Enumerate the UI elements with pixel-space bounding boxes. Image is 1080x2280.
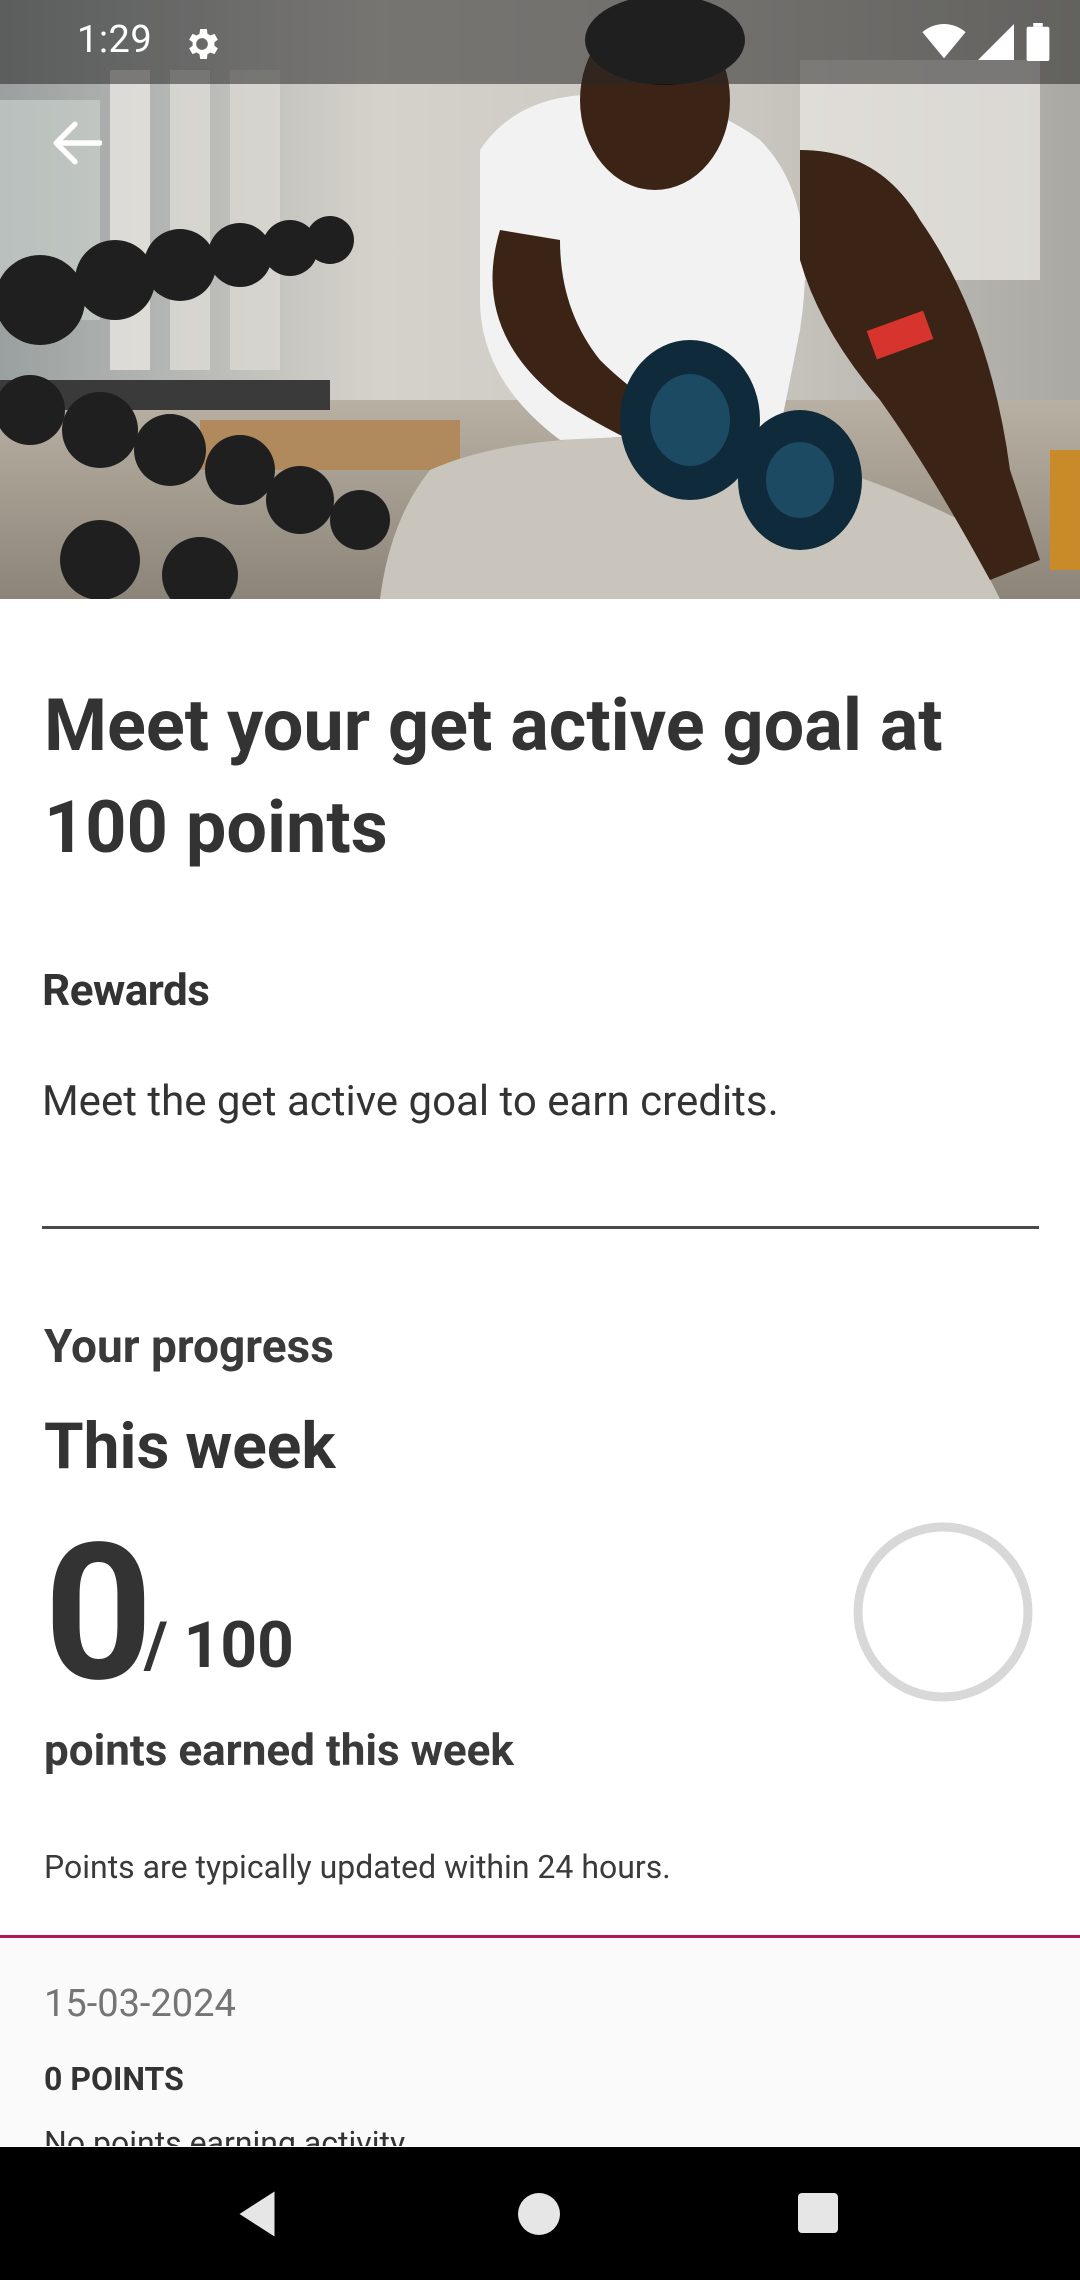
recents-square-icon[interactable] <box>798 2193 838 2233</box>
gear-icon <box>189 29 218 59</box>
points-history-item[interactable]: 15-03-2024 0 POINTS No points earning ac… <box>0 1938 1080 2146</box>
page-title: Meet your get active goal at 100 points <box>44 683 943 870</box>
status-time: 1:29 <box>77 18 153 62</box>
cellular-signal-icon <box>978 24 1014 60</box>
battery-icon <box>1026 23 1050 61</box>
hero-image <box>0 0 1080 599</box>
back-triangle-icon[interactable] <box>232 2189 282 2239</box>
wifi-icon <box>922 24 966 59</box>
arrow-left-icon <box>53 121 102 165</box>
back-button[interactable] <box>44 110 110 176</box>
progress-period: This week <box>44 1409 336 1484</box>
gym-photo-illustration <box>0 0 1080 599</box>
rewards-description: Meet the get active goal to earn credits… <box>42 1077 779 1126</box>
rewards-heading: Rewards <box>42 964 210 1016</box>
status-bar: 1:29 <box>0 0 1080 84</box>
section-divider <box>42 1226 1039 1229</box>
history-date: 15-03-2024 <box>44 1982 236 2026</box>
progress-ring <box>853 1522 1033 1702</box>
points-earned-value: 0 <box>44 1503 153 1725</box>
points-goal-total: / 100 <box>144 1608 294 1683</box>
system-navigation-bar <box>0 2147 1080 2280</box>
history-points: 0 POINTS <box>44 2060 184 2098</box>
progress-label: Your progress <box>44 1320 334 1374</box>
history-activity: No points earning activity <box>44 2124 406 2146</box>
home-circle-icon[interactable] <box>518 2193 560 2235</box>
update-note: Points are typically updated within 24 h… <box>44 1848 671 1886</box>
points-caption: points earned this week <box>44 1724 514 1776</box>
progress-ring-track <box>853 1522 1033 1702</box>
